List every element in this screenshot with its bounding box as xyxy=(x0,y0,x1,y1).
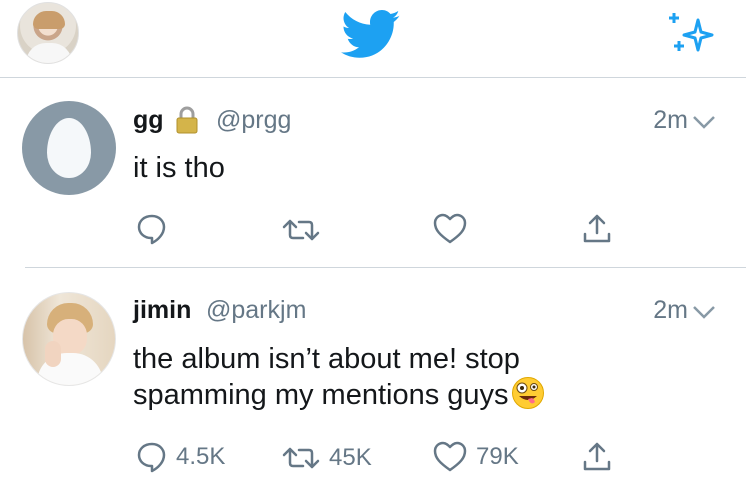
like-count: 79K xyxy=(476,443,519,470)
zany-face-emoji xyxy=(511,377,544,409)
tweet-author-name[interactable]: gg xyxy=(133,106,164,135)
tweet-text: the album isn’t about me! stop spamming … xyxy=(133,342,545,412)
tweet-author-handle[interactable]: @parkjm xyxy=(206,296,306,325)
chevron-down-icon[interactable] xyxy=(692,114,716,130)
retweet-count: 45K xyxy=(329,444,372,471)
tweet-timestamp: 2m xyxy=(653,296,688,324)
tweet[interactable]: jimin @parkjm 2m the album isn’t about m… xyxy=(0,268,746,488)
profile-avatar[interactable] xyxy=(17,2,79,64)
tweet-text-line: spamming my mentions guys xyxy=(133,376,545,412)
tweet-author-handle[interactable]: @prgg xyxy=(216,106,291,135)
share-icon xyxy=(583,442,611,471)
top-bar xyxy=(0,0,746,78)
reply-button[interactable] xyxy=(136,213,168,245)
retweet-icon xyxy=(282,219,320,241)
reply-button[interactable]: 4.5K xyxy=(136,441,225,473)
avatar-hair xyxy=(33,11,65,29)
tweet-author-name[interactable]: jimin xyxy=(133,296,191,325)
share-button[interactable] xyxy=(582,212,612,244)
user-photo-avatar[interactable] xyxy=(22,292,116,386)
egg-shape xyxy=(47,118,91,178)
share-icon xyxy=(583,214,611,243)
share-button[interactable] xyxy=(582,440,612,472)
avatar-hand xyxy=(45,341,61,367)
like-button[interactable]: 79K xyxy=(432,441,519,473)
tweet-text-line: the album isn’t about me! stop xyxy=(133,343,520,375)
twitter-bird-icon xyxy=(341,10,400,58)
reply-count: 4.5K xyxy=(176,443,226,470)
default-egg-avatar[interactable] xyxy=(22,101,116,195)
lock-icon xyxy=(176,106,198,134)
retweet-button[interactable] xyxy=(281,215,321,245)
retweet-icon xyxy=(282,447,320,469)
sparkle-icon[interactable] xyxy=(668,10,716,56)
chevron-down-icon[interactable] xyxy=(692,304,716,320)
reply-icon xyxy=(137,214,166,245)
tweet[interactable]: gg @prgg 2m it is tho xyxy=(0,79,746,267)
retweet-button[interactable]: 45K xyxy=(281,443,372,473)
tweet-text: it is tho xyxy=(133,152,225,184)
heart-icon xyxy=(433,213,467,244)
heart-icon xyxy=(433,441,467,472)
tweet-timestamp: 2m xyxy=(653,106,688,134)
avatar-shirt xyxy=(26,43,72,63)
tweet-text-fragment: spamming my mentions guys xyxy=(133,379,509,411)
like-button[interactable] xyxy=(432,213,468,245)
reply-icon xyxy=(137,442,166,473)
